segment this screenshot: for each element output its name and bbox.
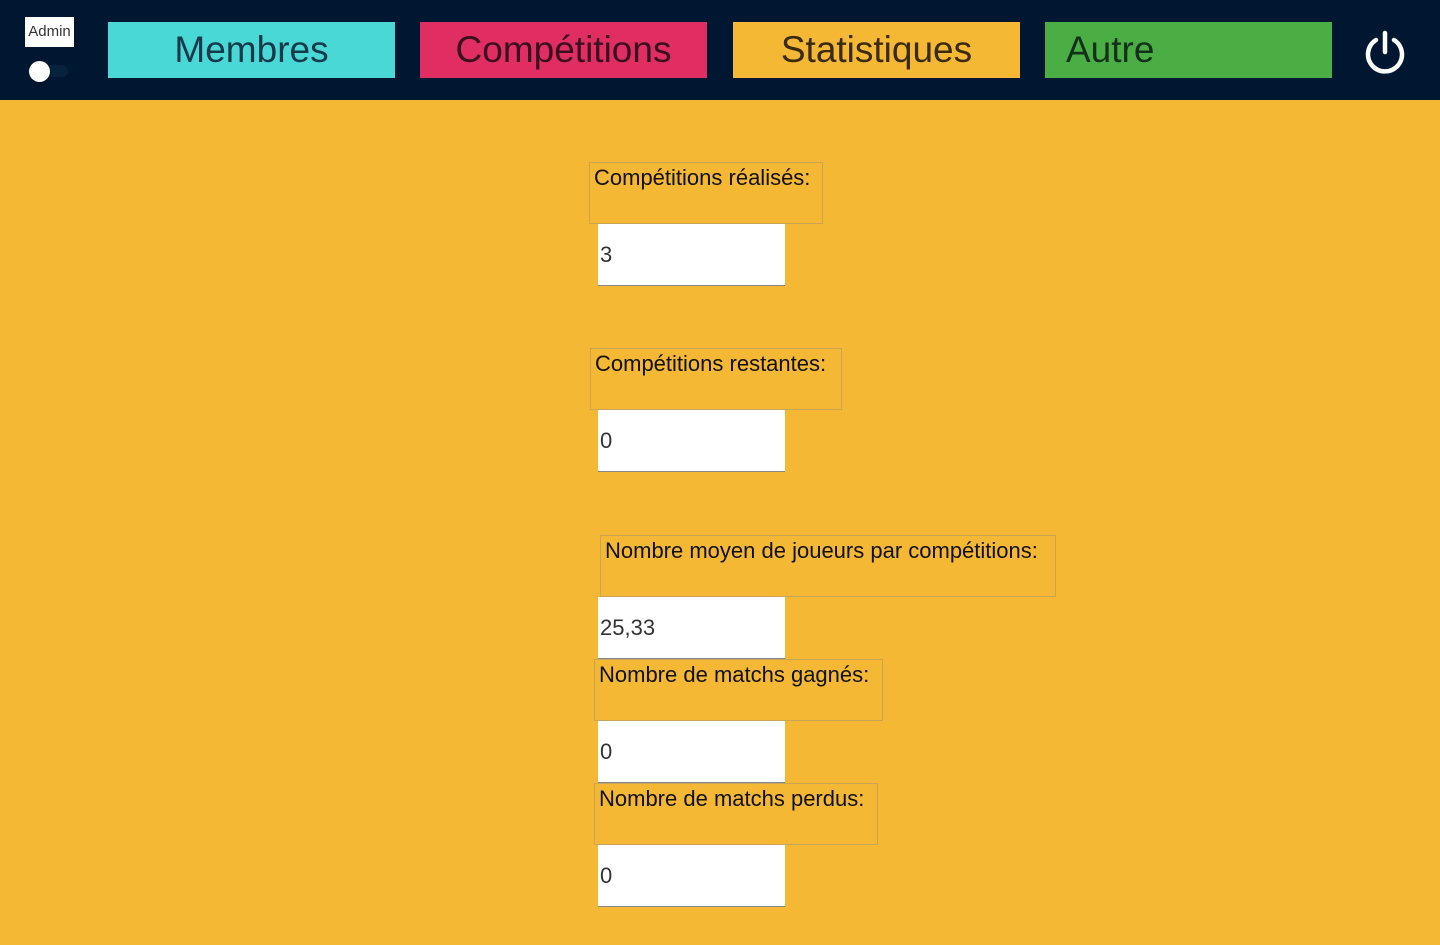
matchs-perdus-label: Nombre de matchs perdus: [594, 783, 878, 845]
competitions-restantes-field[interactable] [598, 410, 785, 472]
admin-label: Admin [25, 17, 74, 47]
matchs-gagnes-field[interactable] [598, 721, 785, 783]
nav-statistiques-button[interactable]: Statistiques [733, 22, 1020, 78]
matchs-perdus-field[interactable] [598, 845, 785, 907]
competitions-realisees-field[interactable] [598, 224, 785, 286]
nav-autre-button[interactable]: Autre [1045, 22, 1332, 78]
nav-membres-button[interactable]: Membres [108, 22, 395, 78]
moyenne-joueurs-label: Nombre moyen de joueurs par compétitions… [600, 535, 1056, 597]
moyenne-joueurs-field[interactable] [598, 597, 785, 659]
nav-competitions-button[interactable]: Compétitions [420, 22, 707, 78]
matchs-gagnes-label: Nombre de matchs gagnés: [594, 659, 883, 721]
power-icon[interactable] [1362, 30, 1408, 76]
top-navigation-bar: Admin Membres Compétitions Statistiques … [0, 0, 1440, 100]
competitions-restantes-label: Compétitions restantes: [590, 348, 842, 410]
competitions-realisees-label: Compétitions réalisés: [589, 162, 823, 224]
admin-toggle-knob[interactable] [29, 61, 50, 82]
